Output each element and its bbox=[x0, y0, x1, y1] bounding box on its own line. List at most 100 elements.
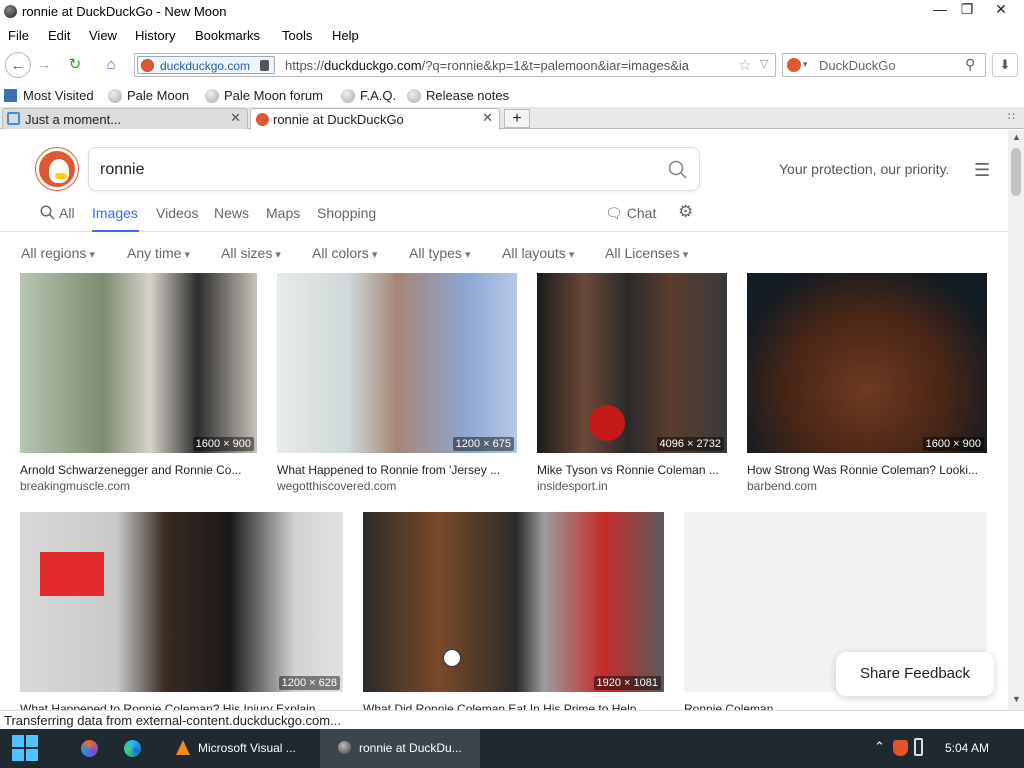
tab-just-a-moment[interactable]: Just a moment... ✕ bbox=[2, 108, 248, 129]
home-button[interactable]: ⌂ bbox=[98, 52, 124, 78]
filter-license[interactable]: All Licenses bbox=[605, 245, 688, 261]
globe-icon bbox=[341, 89, 355, 103]
result-caption-4[interactable]: How Strong Was Ronnie Coleman? Looki... bbox=[747, 463, 987, 477]
search-icon[interactable]: ⚲ bbox=[965, 56, 975, 73]
forward-button[interactable]: → bbox=[31, 52, 57, 78]
menu-bookmarks[interactable]: Bookmarks bbox=[195, 28, 260, 43]
menu-icon[interactable]: ☰ bbox=[974, 160, 990, 181]
filter-type[interactable]: All types bbox=[409, 245, 471, 261]
close-tab-icon[interactable]: ✕ bbox=[482, 110, 493, 126]
copilot-icon[interactable] bbox=[81, 740, 98, 757]
scroll-up-icon[interactable]: ▲ bbox=[1012, 132, 1021, 142]
lock-icon bbox=[260, 60, 269, 71]
tab-news[interactable]: News bbox=[214, 205, 249, 221]
bookmark-pale-moon[interactable]: Pale Moon bbox=[108, 88, 189, 103]
menu-tools[interactable]: Tools bbox=[282, 28, 312, 43]
tab-all[interactable]: All bbox=[40, 205, 75, 221]
minimize-button[interactable]: — bbox=[925, 0, 955, 20]
result-source-4[interactable]: barbend.com bbox=[747, 479, 817, 493]
tab-ronnie-duckduckgo[interactable]: ronnie at DuckDuckGo ✕ bbox=[250, 108, 500, 130]
result-source-2[interactable]: wegotthiscovered.com bbox=[277, 479, 396, 493]
duckduckgo-logo[interactable] bbox=[36, 148, 78, 190]
filter-color[interactable]: All colors bbox=[312, 245, 377, 261]
result-caption-1[interactable]: Arnold Schwarzenegger and Ronnie Co... bbox=[20, 463, 257, 477]
result-image-6[interactable]: 1920 × 1081 bbox=[363, 512, 664, 692]
edge-icon[interactable] bbox=[124, 740, 141, 757]
maximize-button[interactable]: ❐ bbox=[952, 0, 982, 20]
chat-icon: 🗨 bbox=[605, 205, 623, 221]
result-caption-2[interactable]: What Happened to Ronnie from 'Jersey ... bbox=[277, 463, 517, 477]
result-image-4[interactable]: 1600 × 900 bbox=[747, 273, 987, 453]
status-text: Transferring data from external-content.… bbox=[4, 713, 341, 728]
engine-dropdown-icon[interactable]: ▾ bbox=[803, 59, 808, 70]
url-text[interactable]: https://duckduckgo.com/?q=ronnie&kp=1&t=… bbox=[285, 58, 731, 73]
filter-size[interactable]: All sizes bbox=[221, 245, 281, 261]
close-tab-icon[interactable]: ✕ bbox=[230, 110, 241, 126]
site-identity-button[interactable]: duckduckgo.com bbox=[137, 56, 275, 74]
search-bar[interactable]: ▾ DuckDuckGo ⚲ bbox=[782, 53, 986, 77]
globe-icon bbox=[205, 89, 219, 103]
bookmark-release-notes[interactable]: Release notes bbox=[407, 88, 509, 103]
share-feedback-button[interactable]: Share Feedback bbox=[836, 652, 994, 696]
globe-icon bbox=[108, 89, 122, 103]
image-dimensions: 4096 × 2732 bbox=[656, 437, 724, 451]
bookmark-most-visited[interactable]: Most Visited bbox=[4, 88, 94, 103]
menu-file[interactable]: File bbox=[8, 28, 29, 43]
brave-shield-icon[interactable] bbox=[893, 740, 908, 756]
result-image-2[interactable]: 1200 × 675 bbox=[277, 273, 517, 453]
result-caption-5[interactable]: What Happened to Ronnie Coleman? His Inj… bbox=[20, 702, 343, 710]
search-input[interactable]: ronnie bbox=[88, 147, 700, 191]
result-source-1[interactable]: breakingmuscle.com bbox=[20, 479, 130, 493]
tab-images[interactable]: Images bbox=[92, 205, 138, 221]
taskbar-app-palemoon[interactable]: ronnie at DuckDu... bbox=[320, 729, 480, 768]
result-caption-7[interactable]: Ronnie Coleman bbox=[684, 702, 987, 710]
scroll-down-icon[interactable]: ▼ bbox=[1012, 694, 1021, 704]
downloads-button[interactable]: ⬇ bbox=[992, 53, 1018, 77]
scrollbar-thumb[interactable] bbox=[1011, 148, 1021, 196]
result-source-3[interactable]: insidesport.in bbox=[537, 479, 608, 493]
url-dropdown-icon[interactable]: ▽ bbox=[760, 57, 768, 70]
tab-bar: Just a moment... ✕ ronnie at DuckDuckGo … bbox=[0, 107, 1024, 130]
bookmark-star-icon[interactable]: ☆ bbox=[738, 56, 751, 74]
logo-patch bbox=[40, 552, 104, 596]
filter-region[interactable]: All regions bbox=[21, 245, 95, 261]
page-scrollbar[interactable]: ▲ ▼ bbox=[1008, 130, 1024, 710]
menu-view[interactable]: View bbox=[89, 28, 117, 43]
result-caption-3[interactable]: Mike Tyson vs Ronnie Coleman ... bbox=[537, 463, 727, 477]
search-engine-icon[interactable] bbox=[787, 58, 801, 72]
result-image-5[interactable]: 1200 × 628 bbox=[20, 512, 343, 692]
search-engine-label: DuckDuckGo bbox=[819, 58, 896, 73]
image-dimensions: 1920 × 1081 bbox=[593, 676, 661, 690]
filter-time[interactable]: Any time bbox=[127, 245, 190, 261]
menu-history[interactable]: History bbox=[135, 28, 175, 43]
taskbar: Microsoft Visual ... ronnie at DuckDu...… bbox=[0, 729, 1024, 768]
usb-drive-icon[interactable] bbox=[914, 738, 923, 756]
search-icon[interactable] bbox=[668, 160, 688, 180]
taskbar-app-vlc[interactable]: Microsoft Visual ... bbox=[166, 729, 316, 768]
reload-button[interactable]: ↻ bbox=[62, 52, 88, 78]
bookmark-pale-moon-forum[interactable]: Pale Moon forum bbox=[205, 88, 323, 103]
bookmarks-toolbar: Most Visited Pale Moon Pale Moon forum F… bbox=[0, 86, 1024, 107]
result-caption-6[interactable]: What Did Ronnie Coleman Eat In His Prime… bbox=[363, 702, 664, 710]
close-window-button[interactable]: ✕ bbox=[986, 0, 1016, 20]
back-button[interactable]: ← bbox=[5, 52, 31, 78]
url-bar[interactable]: duckduckgo.com https://duckduckgo.com/?q… bbox=[134, 53, 776, 77]
chat-button[interactable]: 🗨 Chat bbox=[605, 205, 656, 222]
tab-shopping[interactable]: Shopping bbox=[317, 205, 376, 221]
menu-edit[interactable]: Edit bbox=[48, 28, 70, 43]
filter-layout[interactable]: All layouts bbox=[502, 245, 574, 261]
new-tab-button[interactable]: + bbox=[504, 109, 530, 128]
result-image-1[interactable]: 1600 × 900 bbox=[20, 273, 257, 453]
result-image-3[interactable]: 4096 × 2732 bbox=[537, 273, 727, 453]
window-title: ronnie at DuckDuckGo - New Moon bbox=[22, 4, 227, 19]
start-button[interactable] bbox=[12, 735, 39, 762]
bookmark-faq[interactable]: F.A.Q. bbox=[341, 88, 396, 103]
tray-chevron-icon[interactable]: ⌃ bbox=[874, 739, 885, 755]
search-query: ronnie bbox=[100, 161, 145, 178]
tab-maps[interactable]: Maps bbox=[266, 205, 300, 221]
tab-grid-icon[interactable]: ∷ bbox=[1008, 110, 1015, 123]
settings-gear-icon[interactable]: ⚙ bbox=[678, 202, 693, 222]
tab-videos[interactable]: Videos bbox=[156, 205, 199, 221]
menu-help[interactable]: Help bbox=[332, 28, 359, 43]
clock[interactable]: 5:04 AM bbox=[945, 729, 989, 768]
